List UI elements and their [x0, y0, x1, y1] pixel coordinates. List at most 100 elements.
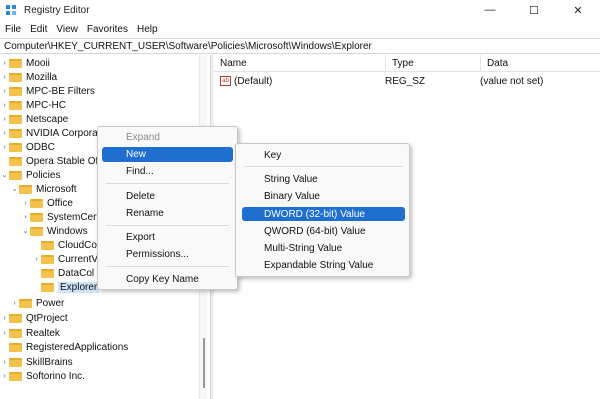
- tree-item[interactable]: › Realtek: [0, 326, 60, 340]
- tree-item[interactable]: ⌄ Policies: [0, 168, 61, 182]
- chevron-icon[interactable]: ›: [0, 74, 9, 81]
- chevron-icon[interactable]: ›: [0, 116, 9, 123]
- submenu-string-value[interactable]: String Value: [242, 172, 405, 186]
- tree-item[interactable]: ⌄ Windows: [21, 224, 88, 238]
- tree-item[interactable]: DataCol: [32, 266, 94, 280]
- tree-item[interactable]: › SkillBrains: [0, 355, 72, 369]
- context-expand[interactable]: Expand: [102, 130, 233, 145]
- tree-item[interactable]: › MPC-HC: [0, 98, 66, 112]
- menu-separator: [106, 266, 229, 267]
- submenu-expandable-string-value[interactable]: Expandable String Value: [242, 258, 405, 272]
- chevron-icon[interactable]: ›: [0, 359, 9, 366]
- folder-icon: [41, 282, 54, 292]
- tree-item[interactable]: › Mooii: [0, 56, 50, 70]
- submenu-key[interactable]: Key: [242, 148, 405, 162]
- maximize-button[interactable]: ☐: [512, 0, 556, 20]
- tree-item[interactable]: › Power: [10, 296, 64, 310]
- submenu-binary-value[interactable]: Binary Value: [242, 189, 405, 203]
- chevron-icon[interactable]: ›: [0, 373, 9, 380]
- chevron-icon[interactable]: ›: [0, 330, 9, 337]
- chevron-icon[interactable]: ›: [10, 300, 19, 307]
- folder-icon: [9, 156, 22, 166]
- close-button[interactable]: ✕: [556, 0, 600, 20]
- tree-item[interactable]: Opera Stable Offe: [0, 154, 106, 168]
- string-value-icon: ab: [220, 76, 231, 86]
- title-bar: Registry Editor — ☐ ✕: [0, 0, 600, 20]
- tree-item[interactable]: RegisteredApplications: [0, 340, 128, 354]
- folder-icon: [9, 313, 22, 323]
- submenu-qword-value[interactable]: QWORD (64-bit) Value: [242, 224, 405, 238]
- context-menu: Expand New Find... Delete Rename Export …: [97, 126, 238, 290]
- tree-item[interactable]: › SystemCert: [21, 210, 99, 224]
- menu-view[interactable]: View: [52, 24, 82, 35]
- folder-icon: [9, 142, 22, 152]
- chevron-icon[interactable]: ›: [32, 256, 41, 263]
- tree-item[interactable]: ⌄ Microsoft: [10, 182, 77, 196]
- column-type-header[interactable]: Type: [386, 55, 481, 72]
- tree-item[interactable]: › Mozilla: [0, 70, 57, 84]
- context-rename[interactable]: Rename: [102, 206, 233, 221]
- context-permissions[interactable]: Permissions...: [102, 247, 233, 262]
- chevron-down-icon[interactable]: ⌄: [10, 185, 19, 193]
- chevron-icon[interactable]: ›: [0, 60, 9, 67]
- tree-item[interactable]: › Softorino Inc.: [0, 369, 85, 383]
- chevron-icon[interactable]: ›: [0, 144, 9, 151]
- minimize-button[interactable]: —: [468, 0, 512, 20]
- tree-item[interactable]: › NVIDIA Corporati: [0, 126, 102, 140]
- chevron-icon[interactable]: ›: [0, 130, 9, 137]
- context-find[interactable]: Find...: [102, 164, 233, 179]
- chevron-icon[interactable]: ›: [21, 200, 30, 207]
- folder-icon: [9, 328, 22, 338]
- address-bar[interactable]: Computer\HKEY_CURRENT_USER\Software\Poli…: [0, 38, 600, 54]
- tree-item[interactable]: CloudCo: [32, 238, 97, 252]
- value-row[interactable]: ab (Default) REG_SZ (value not set): [214, 74, 600, 88]
- chevron-down-icon[interactable]: ⌄: [0, 171, 9, 179]
- folder-icon: [9, 100, 22, 110]
- context-new[interactable]: New: [102, 147, 233, 162]
- scrollbar-thumb[interactable]: [203, 338, 205, 388]
- column-name-header[interactable]: Name: [214, 55, 386, 72]
- menu-help[interactable]: Help: [133, 24, 162, 35]
- folder-icon: [19, 298, 32, 308]
- chevron-icon[interactable]: ›: [0, 88, 9, 95]
- window-title: Registry Editor: [24, 4, 90, 16]
- new-submenu: Key String Value Binary Value DWORD (32-…: [235, 143, 410, 277]
- folder-icon: [9, 114, 22, 124]
- value-type: REG_SZ: [385, 75, 426, 87]
- context-copy-key-name[interactable]: Copy Key Name: [102, 272, 233, 287]
- folder-icon: [9, 58, 22, 68]
- menu-favorites[interactable]: Favorites: [83, 24, 132, 35]
- folder-icon: [41, 268, 54, 278]
- folder-icon: [30, 226, 43, 236]
- tree-item[interactable]: › MPC-BE Filters: [0, 84, 95, 98]
- column-headers: Name Type Data: [214, 55, 600, 72]
- chevron-icon[interactable]: ›: [0, 102, 9, 109]
- registry-app-icon: [6, 4, 17, 16]
- folder-icon: [30, 198, 43, 208]
- folder-icon: [41, 240, 54, 250]
- folder-icon: [30, 212, 43, 222]
- tree-item[interactable]: › CurrentV: [32, 252, 98, 266]
- tree-item[interactable]: › QtProject: [0, 311, 67, 325]
- menu-bar: File Edit View Favorites Help: [0, 20, 600, 38]
- tree-item[interactable]: › Netscape: [0, 112, 68, 126]
- value-name: (Default): [234, 75, 273, 87]
- chevron-icon[interactable]: ›: [0, 315, 9, 322]
- tree-item[interactable]: › ODBC: [0, 140, 55, 154]
- context-delete[interactable]: Delete: [102, 189, 233, 204]
- chevron-icon[interactable]: ›: [21, 214, 30, 221]
- tree-item-selected[interactable]: Explorer: [32, 280, 100, 294]
- chevron-down-icon[interactable]: ⌄: [21, 227, 30, 235]
- menu-separator: [244, 166, 403, 167]
- menu-separator: [106, 183, 229, 184]
- submenu-dword-value[interactable]: DWORD (32-bit) Value: [242, 207, 405, 221]
- folder-icon: [9, 357, 22, 367]
- folder-icon: [9, 170, 22, 180]
- column-data-header[interactable]: Data: [481, 55, 600, 72]
- context-export[interactable]: Export: [102, 230, 233, 245]
- menu-edit[interactable]: Edit: [26, 24, 51, 35]
- folder-icon: [9, 72, 22, 82]
- submenu-multi-string-value[interactable]: Multi-String Value: [242, 241, 405, 255]
- tree-item[interactable]: › Office: [21, 196, 73, 210]
- menu-file[interactable]: File: [1, 24, 25, 35]
